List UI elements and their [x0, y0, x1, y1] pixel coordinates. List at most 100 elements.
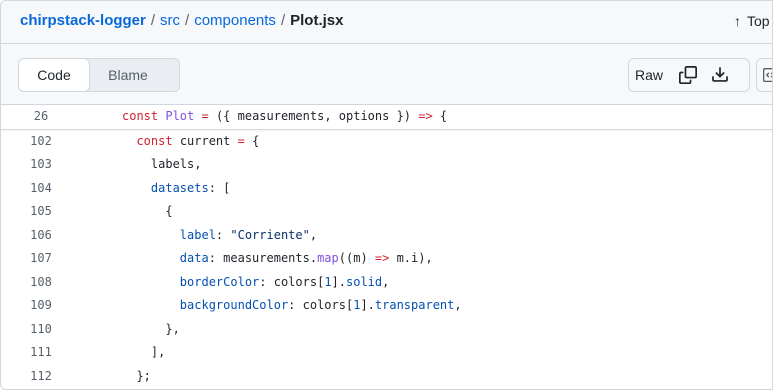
tab-blame[interactable]: Blame [103, 59, 153, 91]
code-line-content: ], [122, 341, 165, 365]
line-number[interactable]: 108 [1, 271, 81, 295]
line-number-label: 112 [30, 368, 52, 383]
code-token: const [122, 109, 166, 123]
path-bar: chirpstack-logger / src / components / Plot.js… [1, 1, 772, 44]
breadcrumb-repo-link[interactable]: chirpstack-logger [20, 12, 146, 29]
view-mode-switch: Code Blame [18, 58, 180, 92]
code-token: = [237, 133, 245, 148]
code-token: , [309, 227, 318, 242]
line-number-label: 110 [30, 321, 52, 336]
code-token: transparent [374, 298, 455, 312]
line-number-label: 106 [30, 227, 52, 242]
line-number-label: 104 [30, 180, 52, 195]
breadcrumb-components-link[interactable]: components [194, 12, 276, 29]
code-line: 110 }, [1, 318, 772, 342]
line-number[interactable]: 102 [1, 130, 81, 154]
file-actions-group: Raw [628, 58, 750, 92]
line-number[interactable]: 106 [1, 224, 81, 248]
line-number-label: 102 [30, 133, 52, 148]
code-embed-icon [763, 68, 772, 82]
code-token: , [454, 298, 462, 312]
code-line-content: const current = { [122, 130, 259, 154]
code-token: label [179, 227, 216, 242]
code-token: ]. [360, 298, 375, 312]
back-to-top-link[interactable]: ↑ Top [734, 12, 770, 30]
code-token: labels, [122, 157, 202, 171]
code-token: "Corriente" [230, 227, 310, 242]
code-token: ]. [331, 274, 346, 289]
line-number[interactable]: 109 [1, 294, 81, 318]
breadcrumb-src-link[interactable]: src [160, 12, 180, 29]
line-number-label: 108 [30, 274, 52, 289]
code-token: Plot [165, 109, 195, 123]
sticky-code-line: 26 const Plot = ({ measurements, options … [1, 105, 772, 130]
breadcrumb-separator: / [150, 12, 156, 29]
code-line: 112 }; [1, 365, 772, 389]
breadcrumb-separator: / [185, 12, 190, 29]
code-line-content: }, [122, 318, 180, 342]
code-token: => [418, 109, 433, 123]
code-token: : measurements. [208, 251, 318, 265]
line-number[interactable]: 104 [1, 177, 81, 201]
code-token: { [432, 109, 448, 123]
code-token: , [382, 274, 390, 289]
code-token: : colors[ [288, 298, 354, 312]
code-token: 1 [324, 274, 332, 289]
breadcrumb-separator: / [280, 12, 286, 29]
code-line-content: datasets: [ [122, 177, 230, 201]
code-token: borderColor [179, 274, 260, 289]
code-line-content: labels, [122, 153, 202, 177]
breadcrumb-current-file: Plot.jsx [290, 12, 344, 29]
code-token: ({ measurements, options }) [215, 109, 419, 123]
code-line: 103 labels, [1, 153, 772, 177]
line-number[interactable]: 103 [1, 153, 81, 177]
file-toolbar: Code Blame Raw [1, 44, 772, 105]
tab-code[interactable]: Code [18, 58, 90, 92]
line-number[interactable]: 107 [1, 247, 81, 271]
code-token: m.i), [389, 251, 433, 265]
code-token: }, [122, 321, 180, 336]
code-line: 102 const current = { [1, 130, 772, 154]
code-line-content: const Plot = ({ measurements, options })… [122, 105, 447, 129]
code-token: ((m) [338, 251, 375, 265]
code-token: { [122, 204, 173, 218]
line-number-label: 105 [30, 204, 52, 218]
download-icon[interactable] [711, 66, 729, 84]
line-number[interactable]: 26 [1, 105, 81, 129]
file-viewer: chirpstack-logger / src / components / Plot.js… [0, 0, 773, 390]
code-token: { [244, 133, 260, 148]
line-number-label: 26 [33, 109, 49, 123]
line-number[interactable]: 110 [1, 318, 81, 342]
code-token: current [179, 133, 238, 148]
line-number-label: 107 [30, 251, 52, 265]
code-line: 109 backgroundColor: colors[1].transpare… [1, 294, 772, 318]
code-embed-button[interactable] [756, 58, 772, 92]
code-line-content: { [122, 200, 173, 224]
code-token: map [317, 251, 339, 265]
breadcrumb: chirpstack-logger / src / components / Plot.js… [20, 12, 343, 30]
code-token: => [374, 251, 390, 265]
back-to-top-label: Top [747, 13, 770, 29]
line-number[interactable]: 105 [1, 200, 81, 224]
code-token: data [179, 251, 209, 265]
line-number[interactable]: 111 [1, 341, 81, 365]
code-token: = [194, 109, 216, 123]
copy-icon[interactable] [679, 66, 697, 84]
code-line: 111 ], [1, 341, 772, 365]
code-line-content: borderColor: colors[1].solid, [122, 271, 390, 295]
code-line: 106 label: "Corriente", [1, 224, 772, 248]
code-token: backgroundColor [179, 298, 289, 312]
arrow-up-icon: ↑ [734, 13, 741, 29]
raw-button[interactable]: Raw [629, 59, 669, 91]
line-number-label: 109 [30, 298, 52, 312]
code-token: ], [122, 345, 166, 359]
line-number[interactable]: 112 [1, 365, 81, 389]
code-token: }; [122, 368, 151, 383]
code-line-content: }; [122, 365, 151, 389]
code-token: : [215, 227, 231, 242]
